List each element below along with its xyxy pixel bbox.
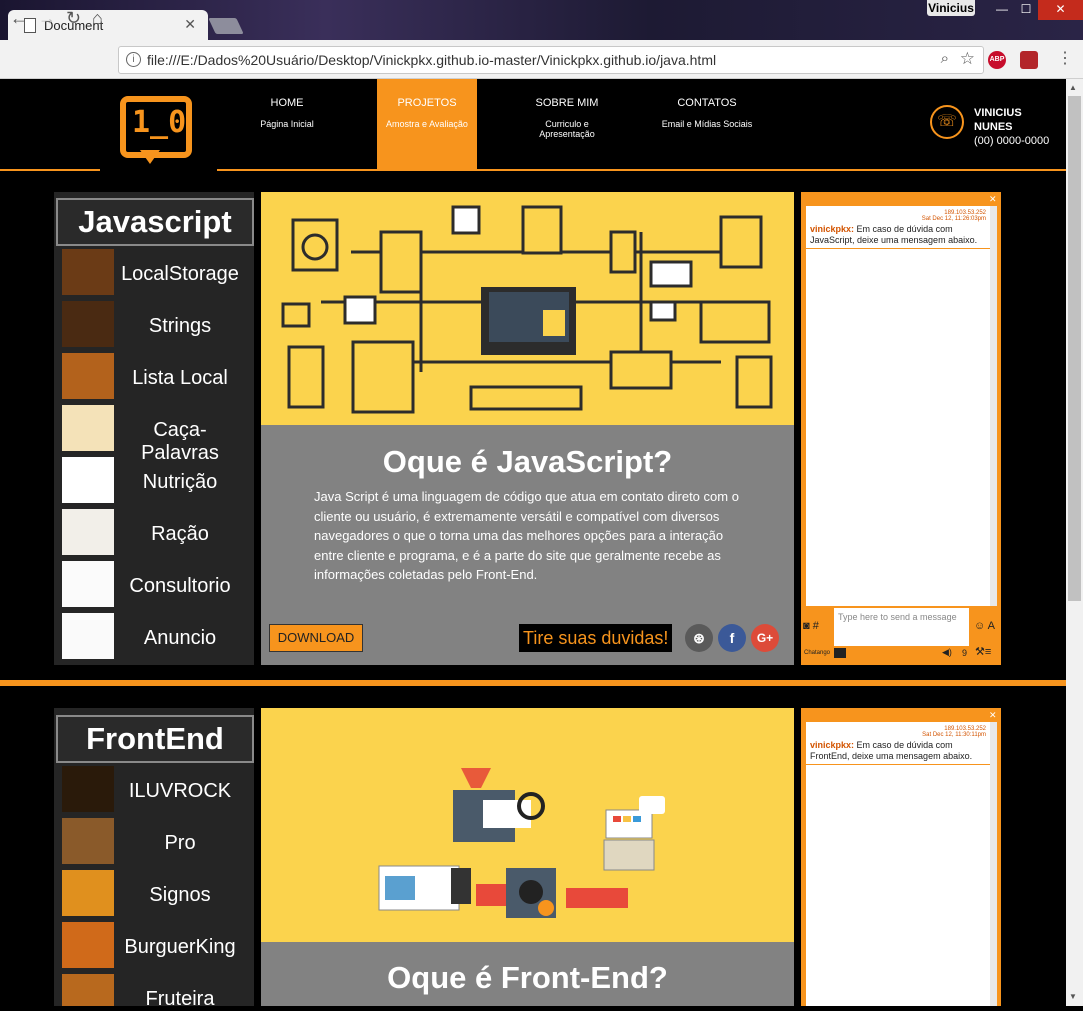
thumbnail[interactable]: [62, 457, 114, 503]
project-item[interactable]: Anuncio: [116, 627, 244, 650]
chat-user: vinickpkx:: [810, 224, 855, 234]
project-item[interactable]: Ração: [116, 523, 244, 546]
chat-placeholder: Type here to send a message: [838, 612, 957, 622]
phone-icon: ☏: [930, 105, 964, 139]
contact-phone: (00) 0000-0000: [974, 135, 1050, 147]
project-item[interactable]: Caça-Palavras: [116, 419, 244, 465]
chat-message: vinickpkx: Em caso de dúvida com FrontEn…: [806, 738, 990, 765]
chat-scrollbar[interactable]: [990, 722, 997, 1006]
nav-label: HOME: [270, 97, 304, 109]
hero-illustration: [261, 708, 794, 942]
nav-sobre-mim[interactable]: SOBRE MIM Curriculo e Apresentação: [517, 79, 617, 169]
download-button[interactable]: DOWNLOAD: [269, 624, 363, 652]
logo-text: 1_0: [132, 105, 187, 140]
contact-name-1: VINICIUS: [974, 107, 1022, 119]
thumbnail[interactable]: [62, 301, 114, 347]
info-icon[interactable]: i: [126, 52, 141, 67]
project-item[interactable]: Pro: [116, 832, 244, 855]
nav-contatos[interactable]: CONTATOS Email e Mídias Sociais: [657, 79, 757, 169]
hero-illustration: [261, 192, 794, 425]
chat-messages: 189.103.53.252 Sat Dec 12, 11:26:03pm vi…: [806, 206, 990, 606]
chatango-label[interactable]: Chatango: [804, 650, 830, 656]
chat-close-icon[interactable]: ✕: [989, 194, 997, 205]
nav-label: PROJETOS: [397, 97, 457, 109]
camera-icon[interactable]: ◙ #: [803, 620, 819, 632]
thumbnail[interactable]: [62, 353, 114, 399]
url-text: file:///E:/Dados%20Usuário/Desktop/Vinic…: [147, 52, 717, 68]
thumbnail[interactable]: [62, 249, 114, 295]
close-window-icon[interactable]: ✕: [1038, 0, 1083, 20]
project-item[interactable]: Signos: [116, 884, 244, 907]
frontend-illustration: [378, 768, 665, 918]
chat-close-icon[interactable]: ✕: [989, 710, 997, 721]
emoji-icon[interactable]: ☺ A: [974, 620, 995, 632]
menu-icon[interactable]: ⋮: [1057, 48, 1073, 68]
nav-sub: Curriculo e Apresentação: [539, 119, 595, 139]
nav-sub: Email e Mídias Sociais: [661, 119, 753, 129]
address-bar[interactable]: i file:///E:/Dados%20Usuário/Desktop/Vin…: [118, 46, 984, 74]
minimize-icon[interactable]: —: [988, 0, 1016, 20]
extension-icon[interactable]: [1020, 51, 1038, 69]
thumbnail[interactable]: [62, 405, 114, 451]
adblock-icon[interactable]: ABP: [988, 51, 1006, 69]
project-item[interactable]: LocalStorage: [116, 263, 244, 286]
devices-illustration: [281, 205, 773, 414]
thumbnail[interactable]: [62, 509, 114, 555]
github-icon[interactable]: ⊛: [685, 624, 713, 652]
back-icon[interactable]: ←: [10, 8, 28, 29]
zoom-icon[interactable]: ⌕: [941, 50, 949, 67]
star-icon[interactable]: ☆: [960, 49, 975, 69]
project-item[interactable]: Lista Local: [116, 367, 244, 390]
project-item[interactable]: Nutrição: [116, 471, 244, 494]
nav-sub: Página Inicial: [260, 119, 314, 129]
project-item[interactable]: Strings: [116, 315, 244, 338]
chat-bubble-icon[interactable]: [834, 648, 846, 658]
logo-tail: [140, 150, 160, 164]
nav-label: SOBRE MIM: [535, 97, 599, 109]
chat-message: vinickpkx: Em caso de dúvida com JavaScr…: [806, 222, 990, 249]
chat-messages: 189.103.53.252 Sat Dec 12, 11:30:11pm vi…: [806, 722, 990, 1006]
thumbnail[interactable]: [62, 974, 114, 1006]
thumbnail[interactable]: [62, 766, 114, 812]
nav-projetos[interactable]: PROJETOS Amostra e Avaliação: [377, 79, 477, 169]
profile-badge[interactable]: Vinicius: [927, 0, 975, 16]
project-item[interactable]: BurguerKing: [116, 936, 244, 959]
nav-home[interactable]: HOME Página Inicial: [237, 79, 337, 169]
nav-label: CONTATOS: [677, 97, 737, 109]
scroll-down-icon[interactable]: ▼: [1069, 992, 1077, 1001]
thumbnail[interactable]: [62, 818, 114, 864]
section-title: FrontEnd: [56, 715, 254, 763]
chat-input[interactable]: Type here to send a message: [834, 608, 969, 646]
questions-label: Tire suas duvidas!: [519, 624, 673, 652]
user-count: 9: [962, 648, 968, 658]
home-icon[interactable]: ⌂: [92, 8, 103, 29]
thumbnail[interactable]: [62, 561, 114, 607]
facebook-icon[interactable]: f: [718, 624, 746, 652]
reload-icon[interactable]: ↻: [66, 8, 81, 29]
forward-icon[interactable]: →: [38, 8, 56, 29]
tab-close-icon[interactable]: ✕: [184, 16, 196, 33]
maximize-icon[interactable]: ☐: [1014, 0, 1038, 20]
scroll-up-icon[interactable]: ▲: [1069, 83, 1077, 92]
volume-icon[interactable]: ◀): [942, 647, 952, 658]
contact-name-2: NUNES: [974, 121, 1013, 133]
nav-sub: Amostra e Avaliação: [386, 119, 468, 129]
chat-scrollbar[interactable]: [990, 206, 997, 606]
google-plus-icon[interactable]: G+: [751, 624, 779, 652]
thumbnail[interactable]: [62, 613, 114, 659]
project-item[interactable]: Fruteira: [116, 988, 244, 1011]
thumbnail[interactable]: [62, 922, 114, 968]
project-item[interactable]: ILUVROCK: [116, 780, 244, 803]
chat-menu-icon[interactable]: ⚒≡: [975, 645, 991, 658]
section-heading: Oque é Front-End?: [387, 960, 668, 995]
contact-info: VINICIUS NUNES (00) 0000-0000: [974, 106, 1049, 148]
thumbnail[interactable]: [62, 870, 114, 916]
section-description: Java Script é uma linguagem de código qu…: [314, 489, 739, 582]
project-item[interactable]: Consultorio: [116, 575, 244, 598]
section-heading: Oque é JavaScript?: [382, 444, 673, 479]
chat-user: vinickpkx:: [810, 740, 855, 750]
section-separator: [0, 680, 1066, 686]
section-title: Javascript: [56, 198, 254, 246]
scrollbar-thumb[interactable]: [1068, 96, 1081, 601]
